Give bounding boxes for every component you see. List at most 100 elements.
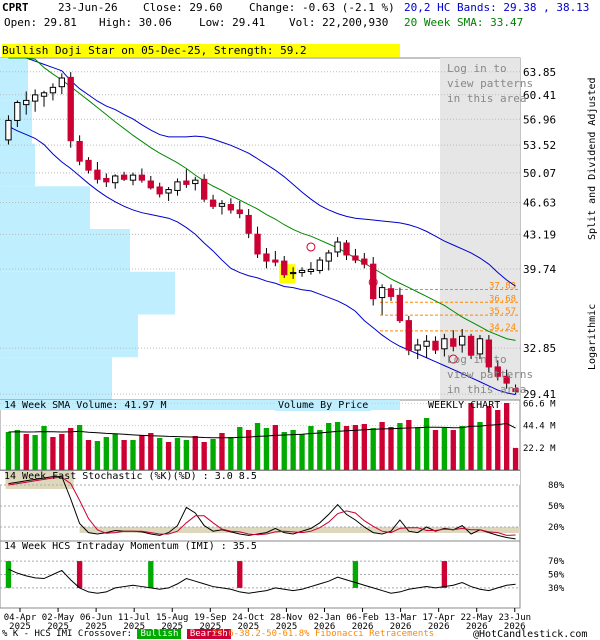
volume-bar [503,403,510,470]
volume-tick-label: 66.6 M [523,399,556,409]
bull-candle [165,189,172,194]
volume-bar [183,440,190,470]
bull-candle [307,268,315,272]
bear-candle [94,169,101,180]
bear-candle [236,209,243,215]
price-panel: 63.8560.4156.9653.5250.0746.6343.1939.74… [0,57,556,401]
footer-legend: % K - HCS IMI Crossover: Bullish Bearish [2,629,231,639]
bull-candle [5,119,12,141]
volume-bar [59,434,65,470]
bull-candle [58,77,65,88]
volume-bar [512,448,519,470]
price-tick-label: 56.96 [523,113,556,126]
bull-candle [316,259,323,271]
bear-candle [432,340,439,351]
volume-title: 14 Week SMA Volume: 41.97 M [4,400,167,411]
volume-bar [32,435,38,470]
volume-bar [308,426,314,470]
volume-bar [50,437,56,470]
bear-candle [156,186,163,195]
bullish-crossover-bar [352,561,359,588]
volume-bar [174,438,181,470]
login-line-2: view patterns [447,77,534,90]
volume-bar [334,422,341,470]
bull-candle [14,102,21,121]
bear-candle [343,242,350,256]
login-line-1: Log in to [447,62,507,75]
volume-bar [299,434,305,470]
price-tick-label: 46.63 [523,196,556,209]
vbp-bar [0,357,112,400]
bear-candle [201,178,208,200]
volume-bar [343,426,350,470]
volume-bar [441,428,448,470]
bear-candle [76,140,83,162]
bear-candle [209,199,217,207]
volume-bar [281,432,287,470]
bull-candle [423,340,430,347]
volume-bar [290,430,296,470]
volume-bar [495,410,501,470]
volume-bar [415,427,421,470]
bear-candle [263,253,270,262]
volume-bar [23,434,29,470]
footer-legend-prefix: % K - HCS IMI Crossover: [2,629,133,639]
bear-candle [281,260,288,276]
vbp-bar [0,271,175,315]
volume-bar [41,426,47,470]
stochastic-title: 14 Week Fast Stochastic (%K)(%D) : 3.0 8… [4,471,257,482]
bear-candle [396,294,404,322]
vbp-bar [0,186,90,229]
price-tick-label: 43.19 [523,228,556,241]
log-scale-label: Logarithmic [587,303,598,370]
bullish-legend: Bullish [137,629,182,639]
volume-bar [192,436,198,470]
imi-tick-label: 70% [548,557,565,567]
volume-bar [237,427,243,470]
pattern-banner: Bullish Doji Star on 05-Dec-25, Strength… [2,44,400,57]
volume-bar [432,430,439,470]
bear-candle [227,204,235,211]
login-line-3: in this area [447,92,527,105]
volume-bar [245,430,252,470]
login-line-1: Log in to [447,353,507,366]
price-tick-label: 53.52 [523,139,556,152]
fib-label: 37.83 [489,281,516,291]
weekly-chart-label: WEEKLY CHART [428,400,501,411]
fib-label: 36.68 [489,294,516,304]
volume-bar [210,439,216,470]
bear-candle [272,259,279,263]
vbp-bar [0,143,35,187]
bearish-crossover-bar [76,561,83,588]
volume-bar [94,441,101,470]
volume-bar [477,422,483,470]
login-notice[interactable]: Log in to view patterns in this area [447,61,533,106]
imi-tick-label: 30% [548,584,565,594]
bull-candle [414,344,421,351]
bull-candle [112,175,119,184]
vbp-bar [0,229,130,272]
bull-candle [289,272,297,275]
price-tick-label: 50.07 [523,167,556,180]
volume-bar [423,418,430,470]
volume-tick-label: 22.2 M [523,444,556,454]
volume-bar [68,428,74,470]
volume-bar [370,428,376,470]
login-notice-lower[interactable]: Log in to view patterns in this area [447,352,533,397]
bull-candle [378,287,386,299]
login-line-3: in this area [447,383,527,396]
copyright[interactable]: @HotCandlestick.com [473,629,587,640]
bear-candle [450,338,457,347]
bull-candle [441,338,448,350]
fib-label: 34.24 [489,323,516,333]
stochastic-tick-label: 80% [548,481,565,491]
bull-candle [325,252,332,262]
volume-bar [486,406,492,470]
volume-bar [112,434,118,470]
volume-tick-label: 44.4 M [523,422,556,432]
bear-candle [245,214,252,234]
bull-candle [40,92,48,97]
right-axis-title: Split and Dividend Adjusted [587,77,598,240]
price-tick-label: 39.74 [523,263,556,276]
volume-bar [459,426,465,470]
